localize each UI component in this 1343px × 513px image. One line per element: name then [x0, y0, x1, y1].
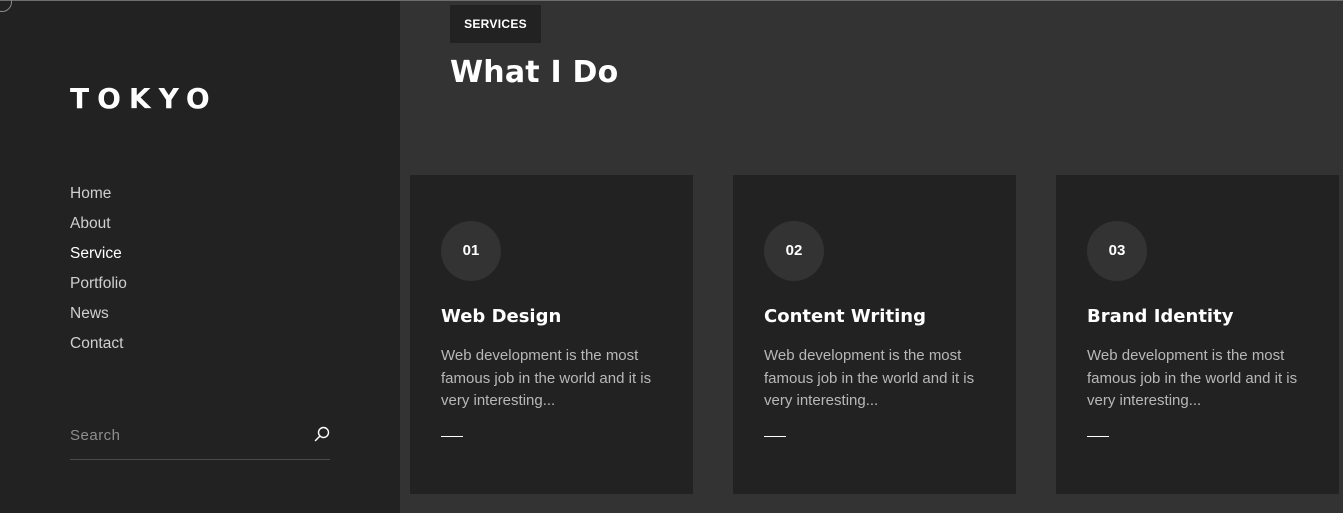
service-card[interactable]: 03 Brand Identity Web development is the…: [1056, 175, 1339, 494]
search-box: [70, 418, 330, 460]
card-divider: [764, 436, 786, 437]
service-title: Web Design: [441, 306, 562, 327]
main-content: SERVICES What I Do 01 Web Design Web dev…: [400, 0, 1343, 513]
service-description: Web development is the most famous job i…: [764, 347, 975, 409]
main-nav: Home About Service Portfolio News Contac…: [70, 183, 127, 363]
section-heading: What I Do: [450, 55, 619, 90]
nav-item-service[interactable]: Service: [70, 243, 127, 273]
service-title: Brand Identity: [1087, 306, 1234, 327]
top-border: [0, 0, 1343, 1]
service-number: 02: [764, 221, 824, 281]
service-number: 03: [1087, 221, 1147, 281]
section-badge: SERVICES: [450, 5, 541, 43]
nav-item-contact[interactable]: Contact: [70, 333, 127, 363]
search-input[interactable]: [70, 424, 300, 446]
service-card[interactable]: 01 Web Design Web development is the mos…: [410, 175, 693, 494]
search-icon[interactable]: [314, 426, 330, 442]
site-logo[interactable]: TOKYO: [70, 82, 218, 115]
nav-item-home[interactable]: Home: [70, 183, 127, 213]
service-description: Web development is the most famous job i…: [441, 347, 652, 409]
nav-item-news[interactable]: News: [70, 303, 127, 333]
service-description: Web development is the most famous job i…: [1087, 347, 1298, 409]
card-divider: [441, 436, 463, 437]
service-title: Content Writing: [764, 306, 926, 327]
nav-item-about[interactable]: About: [70, 213, 127, 243]
service-card[interactable]: 02 Content Writing Web development is th…: [733, 175, 1016, 494]
card-divider: [1087, 436, 1109, 437]
service-number: 01: [441, 221, 501, 281]
sidebar: TOKYO Home About Service Portfolio News …: [0, 0, 400, 513]
nav-item-portfolio[interactable]: Portfolio: [70, 273, 127, 303]
